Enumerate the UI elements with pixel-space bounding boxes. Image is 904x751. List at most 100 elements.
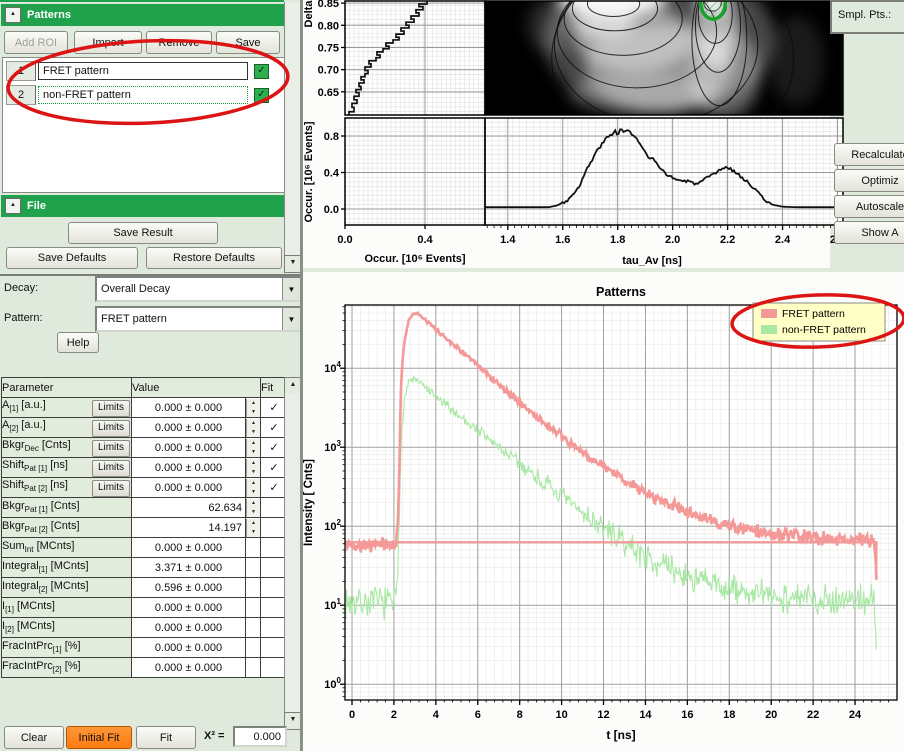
spinner-arrows-icon[interactable]: ▲▼ bbox=[246, 439, 260, 457]
file-panel-title: File bbox=[27, 200, 46, 212]
pattern-name-field[interactable]: FRET pattern bbox=[38, 62, 248, 80]
smpl-pts-panel: Smpl. Pts.: bbox=[830, 0, 904, 34]
svg-text:Intensity [ Cnts]: Intensity [ Cnts] bbox=[303, 459, 315, 546]
save-defaults-button[interactable]: Save Defaults bbox=[6, 247, 138, 269]
svg-text:0.70: 0.70 bbox=[318, 65, 339, 77]
left-lower-section: Decay: Overall Decay ▼ Pattern: FRET pat… bbox=[0, 276, 302, 751]
limits-button[interactable]: Limits bbox=[92, 440, 130, 457]
param-value-field[interactable]: 0.000 ± 0.000 bbox=[132, 398, 246, 418]
svg-text:2.0: 2.0 bbox=[665, 234, 680, 246]
param-spinner bbox=[246, 538, 261, 558]
svg-text:10: 10 bbox=[555, 709, 567, 721]
help-button[interactable]: Help bbox=[57, 332, 99, 353]
param-value-field[interactable]: 0.000 ± 0.000 bbox=[132, 598, 246, 618]
param-value-field[interactable]: 0.000 ± 0.000 bbox=[132, 658, 246, 678]
add-roi-button[interactable]: Add ROI bbox=[4, 31, 68, 54]
spinner-arrows-icon[interactable]: ▲▼ bbox=[246, 399, 260, 417]
spinner-arrows-icon[interactable]: ▲▼ bbox=[246, 459, 260, 477]
pattern-list: 1FRET pattern ✓ 2non-FRET pattern ✓ bbox=[2, 57, 285, 193]
clear-button[interactable]: Clear bbox=[4, 726, 64, 749]
save-button[interactable]: Save bbox=[216, 31, 280, 54]
spinner-arrows-icon[interactable]: ▲▼ bbox=[246, 419, 260, 437]
chevron-down-icon[interactable]: ▼ bbox=[282, 278, 300, 300]
restore-defaults-button[interactable]: Restore Defaults bbox=[146, 247, 282, 269]
param-spinner: ▲▼ bbox=[246, 398, 261, 418]
collapse-arrow-icon[interactable]: ▲ bbox=[5, 7, 21, 23]
param-value-field[interactable]: 0.596 ± 0.000 bbox=[132, 578, 246, 598]
limits-button[interactable]: Limits bbox=[92, 420, 130, 437]
row-index[interactable]: 2 bbox=[6, 85, 36, 105]
svg-text:20: 20 bbox=[765, 709, 777, 721]
param-spinner bbox=[246, 618, 261, 638]
param-header-parameter: Parameter bbox=[2, 378, 132, 398]
limits-button[interactable]: Limits bbox=[92, 460, 130, 477]
param-label: SumInt [MCnts] bbox=[2, 538, 132, 558]
initial-fit-button[interactable]: Initial Fit bbox=[66, 726, 132, 749]
limits-button[interactable]: Limits bbox=[92, 400, 130, 417]
svg-text:0.0: 0.0 bbox=[324, 204, 339, 216]
smpl-pts-label: Smpl. Pts.: bbox=[838, 9, 891, 21]
param-value-field[interactable]: 0.000 ± 0.000 bbox=[132, 638, 246, 658]
param-spinner: ▲▼ bbox=[246, 478, 261, 498]
param-value-field[interactable]: 0.000 ± 0.000 bbox=[132, 458, 246, 478]
spinner-arrows-icon[interactable]: ▲▼ bbox=[246, 479, 260, 497]
parameter-table: ParameterValueFitA[1] [a.u.]Limits0.000 … bbox=[1, 377, 288, 678]
recalculate-button[interactable]: Recalculate bbox=[834, 143, 904, 166]
list-item: 2non-FRET pattern ✓ bbox=[3, 84, 284, 106]
remove-button[interactable]: Remove bbox=[146, 31, 212, 54]
import-button[interactable]: Import bbox=[74, 31, 142, 54]
param-row: FracIntPrc[2] [%]0.000 ± 0.000 bbox=[2, 658, 288, 678]
svg-text:101: 101 bbox=[324, 597, 341, 612]
show-all-button[interactable]: Show A bbox=[834, 221, 904, 244]
spinner-arrows-icon[interactable]: ▲▼ bbox=[246, 519, 260, 537]
param-value-field[interactable]: 14.197 bbox=[132, 518, 246, 538]
param-spinner: ▲▼ bbox=[246, 498, 261, 518]
param-row: I[1] [MCnts]0.000 ± 0.000 bbox=[2, 598, 288, 618]
param-row: A[1] [a.u.]Limits0.000 ± 0.000▲▼✓ bbox=[2, 398, 288, 418]
optimize-button[interactable]: Optimiz bbox=[834, 169, 904, 192]
pattern-combo-value: FRET pattern bbox=[97, 313, 282, 325]
autoscale-button[interactable]: Autoscale bbox=[834, 195, 904, 218]
svg-text:Delta: Delta bbox=[303, 0, 315, 27]
param-header-value: Value bbox=[132, 378, 261, 398]
fret-2d-chart[interactable]: 0.850.800.750.700.650.00.40.80.00.41.41.… bbox=[302, 0, 904, 268]
pattern-checkbox[interactable]: ✓ bbox=[254, 88, 269, 103]
param-label: FracIntPrc[2] [%] bbox=[2, 658, 132, 678]
spinner-arrows-icon[interactable]: ▲▼ bbox=[246, 499, 260, 517]
param-value-field[interactable]: 0.000 ± 0.000 bbox=[132, 618, 246, 638]
svg-text:4: 4 bbox=[433, 709, 440, 721]
param-value-field[interactable]: 3.371 ± 0.000 bbox=[132, 558, 246, 578]
param-label: I[2] [MCnts] bbox=[2, 618, 132, 638]
param-row: ShiftPat [1] [ns]Limits0.000 ± 0.000▲▼✓ bbox=[2, 458, 288, 478]
param-value-field[interactable]: 0.000 ± 0.000 bbox=[132, 418, 246, 438]
limits-button[interactable]: Limits bbox=[92, 480, 130, 497]
svg-text:Patterns: Patterns bbox=[596, 285, 646, 299]
row-index[interactable]: 1 bbox=[6, 61, 36, 81]
param-spinner bbox=[246, 658, 261, 678]
svg-text:Occur. [10⁶ Events]: Occur. [10⁶ Events] bbox=[364, 253, 465, 265]
param-value-field[interactable]: 0.000 ± 0.000 bbox=[132, 478, 246, 498]
param-label: I[1] [MCnts] bbox=[2, 598, 132, 618]
list-item: 1FRET pattern ✓ bbox=[3, 60, 284, 82]
decay-combo[interactable]: Overall Decay ▼ bbox=[95, 276, 302, 302]
collapse-arrow-icon[interactable]: ▲ bbox=[5, 198, 21, 214]
pattern-name-field[interactable]: non-FRET pattern bbox=[38, 86, 248, 104]
param-spinner bbox=[246, 598, 261, 618]
chevron-down-icon[interactable]: ▼ bbox=[282, 308, 300, 330]
pattern-combo[interactable]: FRET pattern ▼ bbox=[95, 306, 302, 332]
patterns-chart[interactable]: 024681012141618202224t [ns]1001011021031… bbox=[302, 270, 904, 751]
param-value-field[interactable]: 0.000 ± 0.000 bbox=[132, 438, 246, 458]
chi2-value-field[interactable]: 0.000 bbox=[233, 726, 287, 747]
svg-text:100: 100 bbox=[324, 676, 341, 691]
param-label: Integral[2] [MCnts] bbox=[2, 578, 132, 598]
svg-text:0: 0 bbox=[349, 709, 355, 721]
param-value-field[interactable]: 62.634 bbox=[132, 498, 246, 518]
param-value-field[interactable]: 0.000 ± 0.000 bbox=[132, 538, 246, 558]
svg-text:6: 6 bbox=[475, 709, 481, 721]
fit-button[interactable]: Fit bbox=[136, 726, 196, 749]
param-label: FracIntPrc[1] [%] bbox=[2, 638, 132, 658]
svg-text:1.4: 1.4 bbox=[500, 234, 516, 246]
svg-text:0.8: 0.8 bbox=[324, 131, 339, 143]
pattern-checkbox[interactable]: ✓ bbox=[254, 64, 269, 79]
save-result-button[interactable]: Save Result bbox=[68, 222, 218, 244]
